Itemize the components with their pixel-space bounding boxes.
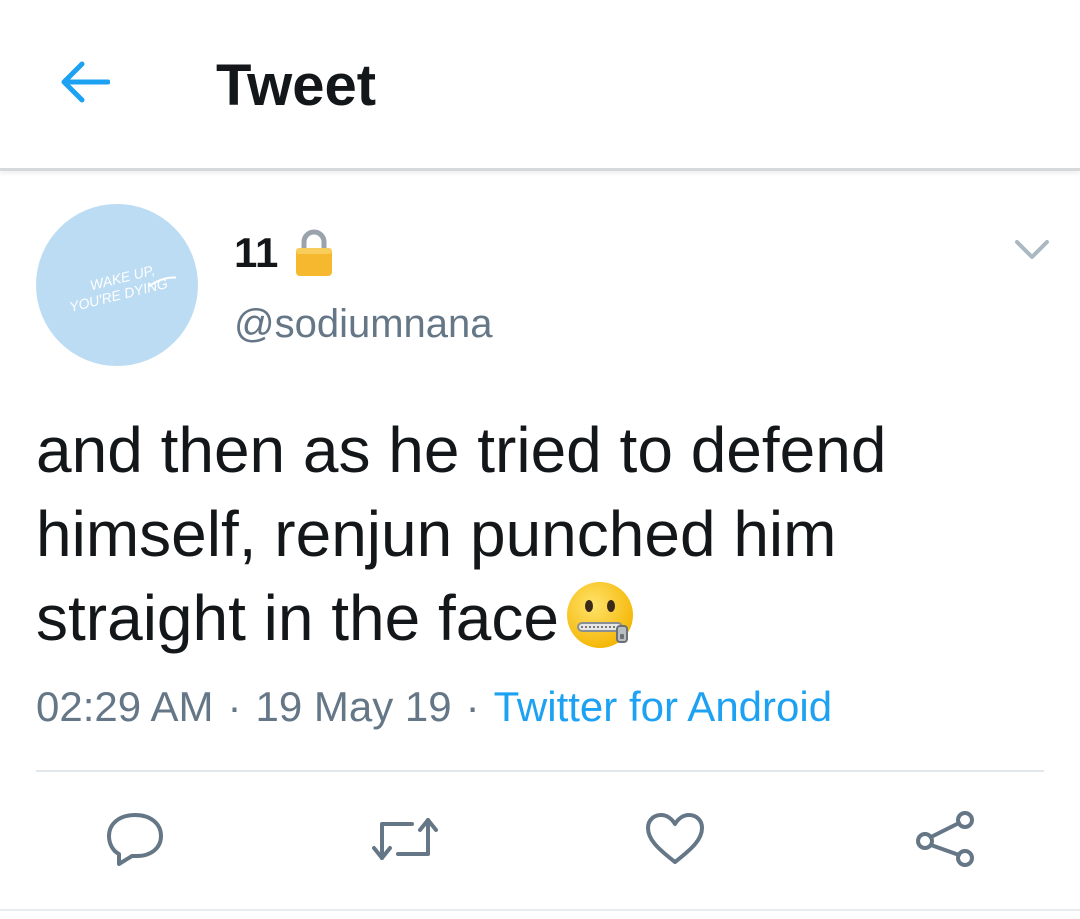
back-button[interactable] xyxy=(52,52,116,116)
avatar[interactable]: WAKE UP, YOU'RE DYING xyxy=(36,204,198,366)
like-button[interactable] xyxy=(640,806,710,876)
display-name: 11 xyxy=(234,229,279,276)
tweet-text-content: and then as he tried to defend himself, … xyxy=(36,414,887,654)
author-name-row[interactable]: 11 xyxy=(234,226,334,280)
lock-icon xyxy=(294,228,334,278)
user-handle[interactable]: @sodiumnana xyxy=(234,300,493,348)
top-app-bar: Tweet xyxy=(0,0,1080,171)
zipper-mouth-face-icon xyxy=(565,580,639,654)
retweet-button[interactable] xyxy=(370,806,440,876)
tweet-options-button[interactable] xyxy=(1008,228,1056,276)
meta-separator: · xyxy=(227,683,242,730)
arrow-left-icon xyxy=(58,60,111,109)
reply-icon xyxy=(105,811,165,872)
meta-separator: · xyxy=(465,683,480,730)
tweet-time: 02:29 AM xyxy=(36,683,214,730)
share-icon xyxy=(915,810,975,873)
share-button[interactable] xyxy=(910,806,980,876)
tweet-meta: 02:29 AM · 19 May 19 · Twitter for Android xyxy=(36,680,832,734)
reply-button[interactable] xyxy=(100,806,170,876)
page-title: Tweet xyxy=(216,53,377,118)
retweet-icon xyxy=(372,814,438,869)
chevron-down-icon xyxy=(1014,239,1050,266)
tweet-text: and then as he tried to defend himself, … xyxy=(36,408,1036,660)
heart-icon xyxy=(645,812,705,871)
divider xyxy=(36,770,1044,772)
tweet-date: 19 May 19 xyxy=(255,683,452,730)
tweet-source-link[interactable]: Twitter for Android xyxy=(494,683,832,730)
bottom-divider xyxy=(0,909,1080,911)
